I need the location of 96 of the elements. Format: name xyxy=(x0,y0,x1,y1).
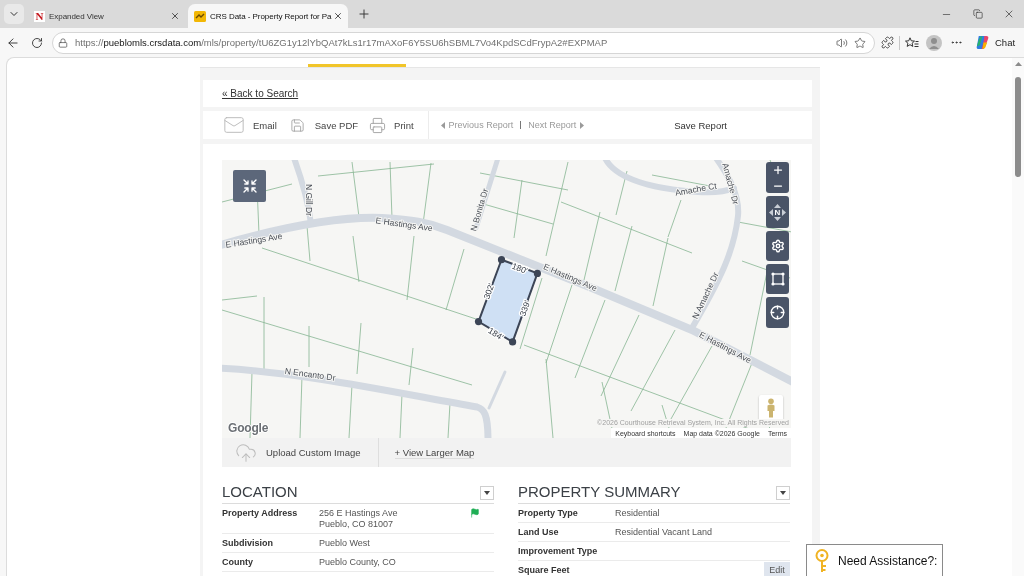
caret-up-icon xyxy=(774,203,781,208)
refresh-icon xyxy=(31,36,43,49)
section-dropdown-button[interactable] xyxy=(776,486,790,500)
scrollbar-thumb[interactable] xyxy=(1015,77,1021,177)
back-to-search-link[interactable]: « Back to Search xyxy=(222,88,299,99)
square-corners-icon xyxy=(770,272,785,286)
parcel-outline[interactable] xyxy=(477,258,539,344)
star-icon[interactable] xyxy=(854,36,866,49)
caret-down-icon xyxy=(780,491,786,495)
field-label: County xyxy=(222,557,254,568)
profile-avatar-icon xyxy=(926,34,942,51)
crosshair-icon xyxy=(770,305,785,320)
person-silhouette-icon xyxy=(766,398,776,418)
caret-right-icon xyxy=(580,121,585,129)
field-label: Property Address xyxy=(222,508,299,519)
street-label: N Encanto Dr xyxy=(284,365,337,383)
address-field[interactable]: https://pueblomls.crsdata.com/mls/property/tU6ZG1y12lYbQAt7kLs1r17mAXoF6Y5SU6hSBML7Vo4KpdSCdFrypA2#EXPMAP xyxy=(52,31,875,54)
field-value: Pueblo West xyxy=(319,538,371,549)
google-logo: Google xyxy=(228,421,269,435)
collapse-map-button[interactable] xyxy=(233,170,266,202)
close-icon xyxy=(169,11,180,21)
printer-icon xyxy=(369,116,387,134)
speaker-icon[interactable] xyxy=(836,36,848,49)
vertex-marker[interactable] xyxy=(474,318,483,326)
toolbar-action-button[interactable]: Save PDF xyxy=(289,117,359,133)
toolbar-action-button[interactable]: Print xyxy=(369,116,414,134)
field-label: Subdivision xyxy=(222,538,274,549)
map-settings-button[interactable] xyxy=(766,231,789,261)
field-label: Improvement Type xyxy=(518,546,599,557)
shrink-arrows-icon xyxy=(241,178,258,194)
caret-down-icon xyxy=(484,491,490,495)
favorites-icon xyxy=(905,36,919,49)
section-title: PROPERTY SUMMARY xyxy=(518,483,681,501)
field-value: Pueblo County, CO xyxy=(319,557,397,568)
map[interactable] xyxy=(222,160,791,438)
caret-left-icon xyxy=(768,208,773,216)
site-info-button[interactable] xyxy=(57,36,69,49)
lot-line xyxy=(737,221,791,233)
zoom-in-button[interactable] xyxy=(766,162,789,178)
dimension-label: 184' xyxy=(486,325,506,343)
envelope-icon xyxy=(223,114,245,136)
field-label: Land Use xyxy=(518,527,560,538)
field-value: 256 E Hastings Ave xyxy=(319,508,399,519)
vertex-marker[interactable] xyxy=(509,338,517,346)
section-dropdown-button[interactable] xyxy=(480,486,494,500)
dimension-label: 302' xyxy=(481,282,497,301)
chat-logo-icon xyxy=(975,35,990,50)
plus-icon xyxy=(357,7,371,21)
street-label: N Bonita Dr xyxy=(468,187,491,233)
lock-icon xyxy=(58,37,68,48)
caret-left-icon xyxy=(440,121,445,129)
caret-down-icon xyxy=(774,216,781,221)
browser-tab[interactable]: CRS Data - Property Report for Pa xyxy=(188,4,348,28)
zoom-out-button[interactable] xyxy=(766,178,789,193)
cloud-upload-icon xyxy=(235,441,257,464)
street-label: E Hastings Ave xyxy=(374,215,434,234)
locate-button[interactable] xyxy=(766,297,789,328)
street-label: N Gill Dr xyxy=(303,183,314,217)
close-icon xyxy=(332,11,343,21)
dimension-label: 180' xyxy=(510,260,529,276)
back-arrow-icon xyxy=(6,35,20,50)
chat-button[interactable]: Chat xyxy=(971,31,1020,54)
lot-line xyxy=(222,295,258,301)
upload-image-button[interactable]: Upload Custom Image xyxy=(235,441,361,464)
url-text: https://pueblomls.crsdata.com/mls/property/tU6ZG1y12lYbQAt7kLs1r17mAXoF6Y5SU6hSBML7Vo4KpdSCdFrypA2#EXPMAP xyxy=(75,37,609,48)
field-value: Residential Vacant Land xyxy=(615,527,713,538)
edit-button[interactable]: Edit xyxy=(764,562,790,576)
save-report-button[interactable]: Save Report xyxy=(674,119,727,131)
puzzle-icon xyxy=(880,36,894,49)
draw-area-button[interactable] xyxy=(766,264,789,294)
toolbar-action-button[interactable]: Email xyxy=(223,114,277,136)
view-larger-map-link[interactable]: + View Larger Map xyxy=(394,446,475,459)
field-value: Pueblo, CO 81007 xyxy=(319,519,395,530)
scroll-up-icon xyxy=(1014,62,1022,66)
browser-tab[interactable]: N Expanded View xyxy=(28,4,185,28)
vertex-marker[interactable] xyxy=(533,269,541,277)
tab-favicon-icon xyxy=(194,10,206,22)
scrollbar[interactable] xyxy=(1012,58,1024,576)
caret-right-icon xyxy=(782,208,787,216)
tab-favicon: N xyxy=(34,10,45,22)
restore-icon xyxy=(973,9,983,19)
street-label: Amache Ct xyxy=(674,180,718,198)
vertex-marker[interactable] xyxy=(497,256,506,264)
field-label: Property Type xyxy=(518,508,579,519)
field-value: Residential xyxy=(615,508,661,519)
field-label: Square Feet xyxy=(518,565,571,576)
compass-button[interactable]: N xyxy=(766,196,789,228)
dimension-label: 339' xyxy=(517,299,533,318)
close-icon xyxy=(1003,8,1015,20)
section-title: LOCATION xyxy=(222,483,298,501)
key-icon xyxy=(815,548,829,573)
settings-icon xyxy=(770,239,785,253)
need-assistance-button[interactable]: Need Assistance?: xyxy=(806,544,943,576)
street-label: E Hastings Ave xyxy=(224,230,284,250)
street-label: Amache Dr xyxy=(720,162,742,206)
plus-icon xyxy=(771,164,784,176)
